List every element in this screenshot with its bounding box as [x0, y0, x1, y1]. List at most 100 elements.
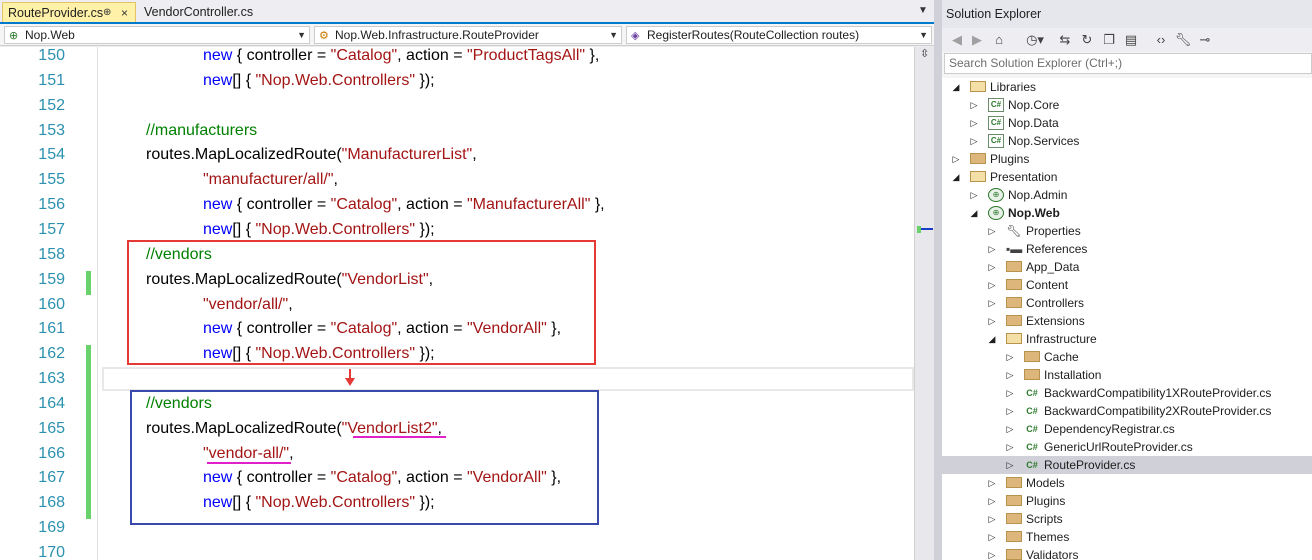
- web-project-icon: ⊕: [988, 188, 1004, 202]
- collapsed-arrow-icon[interactable]: ▷: [968, 132, 980, 150]
- collapsed-arrow-icon[interactable]: ▷: [986, 546, 998, 560]
- project-dropdown[interactable]: ⊕ Nop.Web ▼: [4, 26, 310, 44]
- folder-icon: [1006, 297, 1022, 308]
- solution-explorer-search[interactable]: Search Solution Explorer (Ctrl+;): [944, 53, 1312, 74]
- csharp-file-icon: C#: [1026, 460, 1038, 470]
- folder-icon: [1006, 531, 1022, 542]
- line-number: 157: [38, 220, 65, 238]
- comment: //manufacturers: [146, 121, 258, 139]
- tree-node[interactable]: ▷ Extensions: [942, 312, 1312, 330]
- tree-node[interactable]: ▷ 🔧︎ Properties: [942, 222, 1312, 240]
- expanded-arrow-icon[interactable]: ◢: [950, 168, 962, 186]
- tree-node[interactable]: ▷ C# Nop.Core: [942, 96, 1312, 114]
- tab-route-provider[interactable]: RouteProvider.cs ⊕ ×: [2, 2, 136, 22]
- chevron-down-icon: ▼: [609, 30, 618, 40]
- tree-node-label: DependencyRegistrar.cs: [1044, 422, 1175, 436]
- collapsed-arrow-icon[interactable]: ▷: [986, 510, 998, 528]
- home-icon[interactable]: ⌂: [990, 31, 1008, 49]
- solution-tree: ◢ Libraries ▷ C# Nop.Core ▷ C# Nop.Data ▷ C# Nop.S…: [942, 78, 1312, 560]
- tree-node[interactable]: ▷ C# Nop.Services: [942, 132, 1312, 150]
- collapsed-arrow-icon[interactable]: ▷: [1004, 366, 1016, 384]
- collapsed-arrow-icon[interactable]: ▷: [1004, 420, 1016, 438]
- collapsed-arrow-icon[interactable]: ▷: [986, 222, 998, 240]
- expanded-arrow-icon[interactable]: ◢: [950, 78, 962, 96]
- tree-node[interactable]: ▷ C# RouteProvider.cs: [942, 456, 1312, 474]
- collapsed-arrow-icon[interactable]: ▷: [968, 186, 980, 204]
- pin-icon[interactable]: ⊸: [1196, 31, 1214, 49]
- tree-node[interactable]: ▷ Controllers: [942, 294, 1312, 312]
- collapsed-arrow-icon[interactable]: ▷: [968, 114, 980, 132]
- collapsed-arrow-icon[interactable]: ▷: [1004, 348, 1016, 366]
- collapsed-arrow-icon[interactable]: ▷: [986, 312, 998, 330]
- tree-node-label: App_Data: [1026, 260, 1080, 274]
- line-number: 154: [38, 146, 65, 164]
- collapsed-arrow-icon[interactable]: ▷: [1004, 402, 1016, 420]
- collapsed-arrow-icon[interactable]: ▷: [1004, 456, 1016, 474]
- tree-node[interactable]: ▷ C# BackwardCompatibility1XRouteProvider.…: [942, 384, 1312, 402]
- tree-node[interactable]: ▷ Validators: [942, 546, 1312, 560]
- tab-vendor-controller[interactable]: VendorController.cs: [139, 2, 289, 22]
- change-marker: [86, 494, 91, 520]
- tree-node[interactable]: ▷ ▪▬ References: [942, 240, 1312, 258]
- tree-node[interactable]: ▷ ⊕ Nop.Admin: [942, 186, 1312, 204]
- tree-node[interactable]: ▷ Models: [942, 474, 1312, 492]
- expanded-arrow-icon[interactable]: ◢: [986, 330, 998, 348]
- folder-open-icon: [970, 171, 986, 182]
- pin-icon[interactable]: ⊕: [103, 3, 111, 22]
- back-icon[interactable]: ◀: [948, 31, 966, 49]
- collapsed-arrow-icon[interactable]: ▷: [986, 258, 998, 276]
- properties-icon[interactable]: ▤: [1122, 31, 1140, 49]
- line-number: 159: [38, 270, 65, 288]
- line-number: 161: [38, 320, 65, 338]
- code-icon[interactable]: ‹›: [1152, 31, 1170, 49]
- tree-node[interactable]: ▷ C# DependencyRegistrar.cs: [942, 420, 1312, 438]
- copy-icon[interactable]: ❐: [1100, 31, 1118, 49]
- collapsed-arrow-icon[interactable]: ▷: [986, 240, 998, 258]
- tree-node[interactable]: ▷ Themes: [942, 528, 1312, 546]
- code-editor[interactable]: 150 new { controller = "Catalog", action …: [0, 47, 934, 560]
- tree-node[interactable]: ▷ Content: [942, 276, 1312, 294]
- line-number: 165: [38, 419, 65, 437]
- close-icon[interactable]: ×: [121, 3, 128, 22]
- tree-node-label: Nop.Web: [1008, 206, 1060, 220]
- tab-dropdown-icon[interactable]: ▼: [916, 4, 930, 18]
- expanded-arrow-icon[interactable]: ◢: [968, 204, 980, 222]
- tree-node[interactable]: ◢ Infrastructure: [942, 330, 1312, 348]
- tree-node[interactable]: ◢ Presentation: [942, 168, 1312, 186]
- collapsed-arrow-icon[interactable]: ▷: [986, 528, 998, 546]
- split-editor-icon[interactable]: ⇳: [920, 47, 929, 60]
- member-dropdown[interactable]: ◈ RegisterRoutes(RouteCollection routes)…: [626, 26, 932, 44]
- tree-node[interactable]: ▷ Plugins: [942, 492, 1312, 510]
- collapsed-arrow-icon[interactable]: ▷: [968, 96, 980, 114]
- type-dropdown[interactable]: ⚙ Nop.Web.Infrastructure.RouteProvider ▼: [314, 26, 622, 44]
- collapse-icon[interactable]: ↻: [1078, 31, 1096, 49]
- tree-node[interactable]: ▷ Cache: [942, 348, 1312, 366]
- collapsed-arrow-icon[interactable]: ▷: [1004, 384, 1016, 402]
- tree-node[interactable]: ▷ Plugins: [942, 150, 1312, 168]
- tree-node[interactable]: ▷ C# GenericUrlRouteProvider.cs: [942, 438, 1312, 456]
- tree-node-label: Cache: [1044, 350, 1079, 364]
- collapsed-arrow-icon[interactable]: ▷: [986, 474, 998, 492]
- forward-icon[interactable]: ▶: [968, 31, 986, 49]
- history-icon[interactable]: ◷▾: [1022, 31, 1048, 49]
- wrench-icon: 🔧︎: [1006, 224, 1022, 238]
- collapsed-arrow-icon[interactable]: ▷: [1004, 438, 1016, 456]
- tree-node-label: Scripts: [1026, 512, 1063, 526]
- collapsed-arrow-icon[interactable]: ▷: [986, 276, 998, 294]
- vertical-scrollbar[interactable]: ⇳: [914, 47, 934, 560]
- tree-node-label: Extensions: [1026, 314, 1085, 328]
- collapsed-arrow-icon[interactable]: ▷: [986, 492, 998, 510]
- sync-icon[interactable]: ⇆: [1056, 31, 1074, 49]
- collapsed-arrow-icon[interactable]: ▷: [950, 150, 962, 168]
- tree-node[interactable]: ▷ Scripts: [942, 510, 1312, 528]
- collapsed-arrow-icon[interactable]: ▷: [986, 294, 998, 312]
- tree-node[interactable]: ◢ Libraries: [942, 78, 1312, 96]
- tree-node[interactable]: ▷ Installation: [942, 366, 1312, 384]
- panel-splitter[interactable]: [934, 0, 942, 560]
- tree-node[interactable]: ▷ C# BackwardCompatibility2XRouteProvider.…: [942, 402, 1312, 420]
- tree-node[interactable]: ▷ C# Nop.Data: [942, 114, 1312, 132]
- tree-node[interactable]: ▷ App_Data: [942, 258, 1312, 276]
- chevron-down-icon: ▼: [297, 30, 306, 40]
- wrench-icon[interactable]: 🔧︎: [1174, 31, 1192, 49]
- tree-node[interactable]: ◢ ⊕ Nop.Web: [942, 204, 1312, 222]
